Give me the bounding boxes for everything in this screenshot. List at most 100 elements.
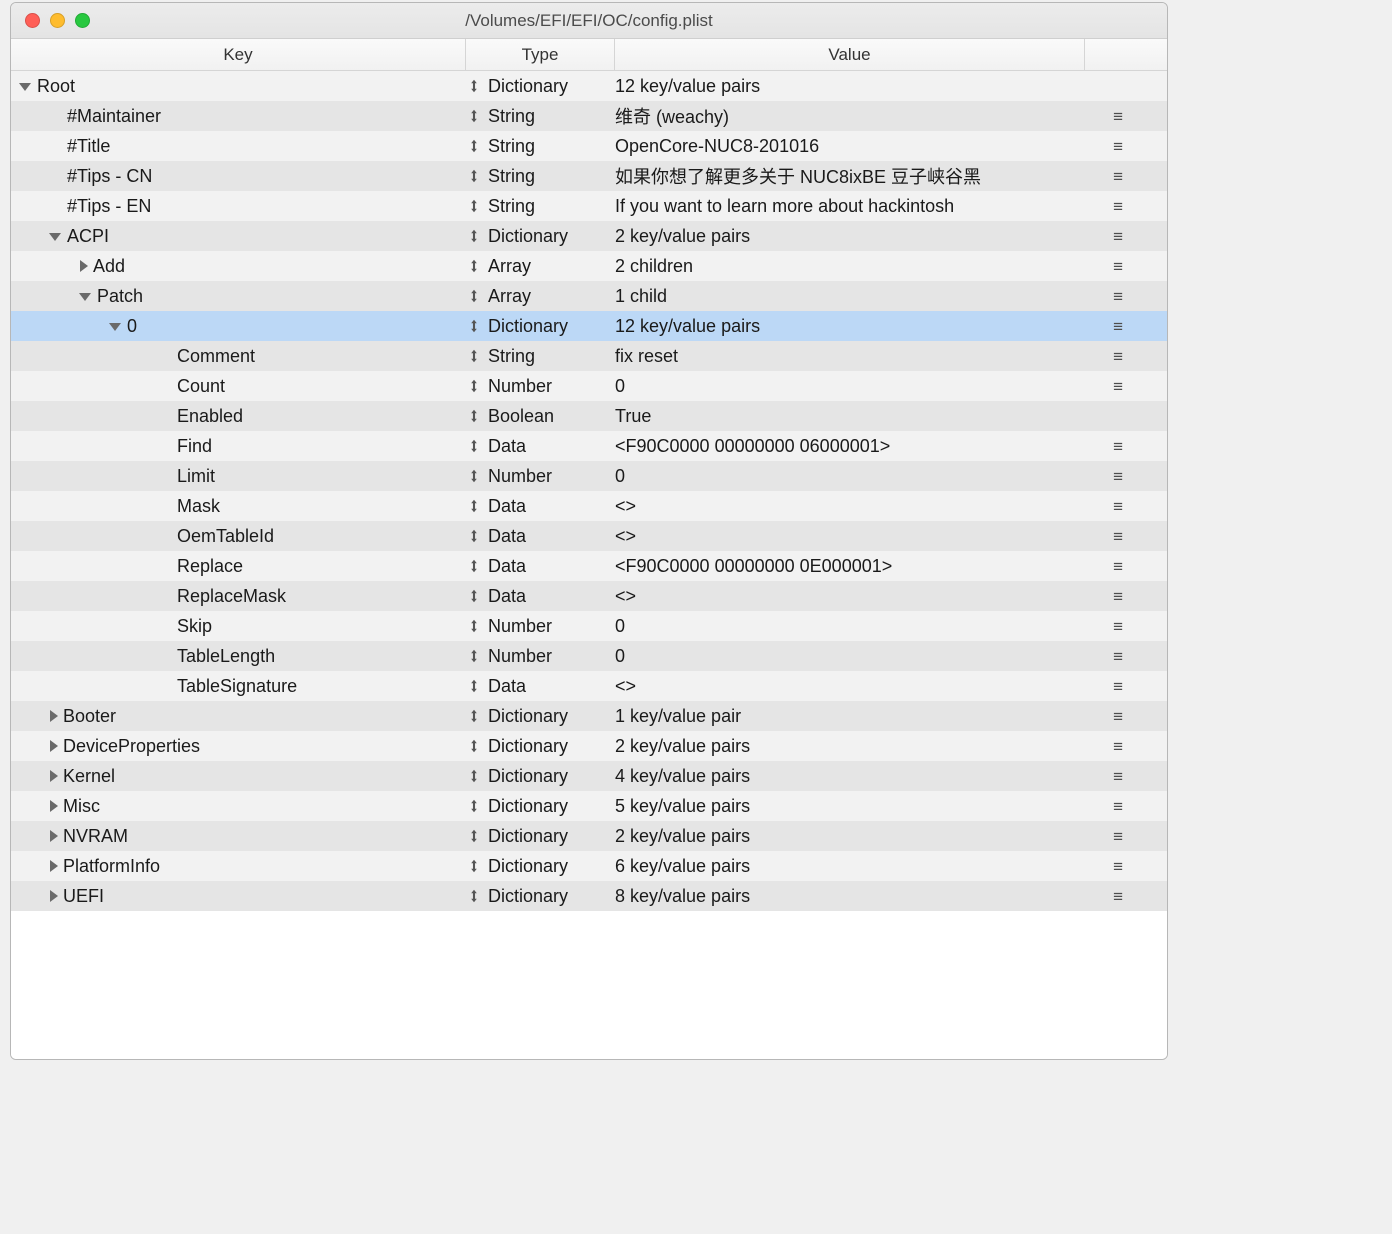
reorder-icon[interactable] xyxy=(466,739,482,753)
value-cell[interactable]: 2 key/value pairs xyxy=(615,221,1085,251)
table-row[interactable]: #TitleStringOpenCore-NUC8-201016≡ xyxy=(11,131,1167,161)
reorder-icon[interactable] xyxy=(466,169,482,183)
row-menu-cell[interactable]: ≡ xyxy=(1085,341,1149,371)
table-row[interactable]: UEFIDictionary8 key/value pairs≡ xyxy=(11,881,1167,911)
chevron-down-icon[interactable] xyxy=(49,233,61,241)
chevron-right-icon[interactable] xyxy=(50,800,58,812)
key-cell[interactable]: Count xyxy=(11,371,466,401)
type-cell[interactable]: Data xyxy=(466,521,615,551)
chevron-down-icon[interactable] xyxy=(109,323,121,331)
key-cell[interactable]: Limit xyxy=(11,461,466,491)
type-cell[interactable]: Dictionary xyxy=(466,881,615,911)
key-cell[interactable]: Booter xyxy=(11,701,466,731)
reorder-icon[interactable] xyxy=(466,289,482,303)
row-menu-icon[interactable]: ≡ xyxy=(1113,138,1123,155)
value-cell[interactable]: 12 key/value pairs xyxy=(615,71,1085,101)
chevron-right-icon[interactable] xyxy=(50,830,58,842)
table-row[interactable]: 0Dictionary12 key/value pairs≡ xyxy=(11,311,1167,341)
type-cell[interactable]: Dictionary xyxy=(466,761,615,791)
row-menu-cell[interactable]: ≡ xyxy=(1085,251,1149,281)
table-row[interactable]: EnabledBooleanTrue xyxy=(11,401,1167,431)
row-menu-icon[interactable]: ≡ xyxy=(1113,888,1123,905)
key-cell[interactable]: #Title xyxy=(11,131,466,161)
chevron-right-icon[interactable] xyxy=(50,890,58,902)
row-menu-cell[interactable]: ≡ xyxy=(1085,281,1149,311)
row-menu-cell[interactable]: ≡ xyxy=(1085,641,1149,671)
key-cell[interactable]: Misc xyxy=(11,791,466,821)
value-cell[interactable]: <> xyxy=(615,521,1085,551)
reorder-icon[interactable] xyxy=(466,559,482,573)
row-menu-icon[interactable]: ≡ xyxy=(1113,468,1123,485)
value-cell[interactable]: 12 key/value pairs xyxy=(615,311,1085,341)
chevron-down-icon[interactable] xyxy=(79,293,91,301)
reorder-icon[interactable] xyxy=(466,379,482,393)
row-menu-icon[interactable]: ≡ xyxy=(1113,648,1123,665)
row-menu-cell[interactable]: ≡ xyxy=(1085,431,1149,461)
row-menu-icon[interactable]: ≡ xyxy=(1113,198,1123,215)
reorder-icon[interactable] xyxy=(466,679,482,693)
row-menu-cell[interactable]: ≡ xyxy=(1085,191,1149,221)
reorder-icon[interactable] xyxy=(466,139,482,153)
table-row[interactable]: SkipNumber0≡ xyxy=(11,611,1167,641)
value-cell[interactable]: 0 xyxy=(615,371,1085,401)
key-cell[interactable]: Root xyxy=(11,71,466,101)
row-menu-cell[interactable]: ≡ xyxy=(1085,161,1149,191)
value-cell[interactable]: 2 children xyxy=(615,251,1085,281)
table-row[interactable]: KernelDictionary4 key/value pairs ≡ xyxy=(11,761,1167,791)
row-menu-icon[interactable]: ≡ xyxy=(1113,588,1123,605)
value-cell[interactable]: <F90C0000 00000000 0E000001> xyxy=(615,551,1085,581)
row-menu-cell[interactable]: ≡ xyxy=(1085,581,1149,611)
row-menu-cell[interactable]: ≡ xyxy=(1085,761,1149,791)
row-menu-icon[interactable]: ≡ xyxy=(1113,528,1123,545)
table-row[interactable]: ACPIDictionary2 key/value pairs≡ xyxy=(11,221,1167,251)
key-cell[interactable]: ReplaceMask xyxy=(11,581,466,611)
type-cell[interactable]: String xyxy=(466,101,615,131)
type-cell[interactable]: Dictionary xyxy=(466,71,615,101)
row-menu-cell[interactable]: ≡ xyxy=(1085,101,1149,131)
row-menu-cell[interactable]: ≡ xyxy=(1085,851,1149,881)
chevron-right-icon[interactable] xyxy=(50,740,58,752)
value-cell[interactable]: 0 xyxy=(615,611,1085,641)
key-cell[interactable]: Comment xyxy=(11,341,466,371)
value-cell[interactable]: 4 key/value pairs xyxy=(615,761,1085,791)
value-cell[interactable]: True xyxy=(615,401,1085,431)
type-cell[interactable]: Boolean xyxy=(466,401,615,431)
type-cell[interactable]: Dictionary xyxy=(466,731,615,761)
table-row[interactable]: ReplaceMaskData<>≡ xyxy=(11,581,1167,611)
key-cell[interactable]: PlatformInfo xyxy=(11,851,466,881)
row-menu-icon[interactable]: ≡ xyxy=(1113,828,1123,845)
row-menu-icon[interactable]: ≡ xyxy=(1113,738,1123,755)
row-menu-cell[interactable]: ≡ xyxy=(1085,521,1149,551)
row-menu-cell[interactable]: ≡ xyxy=(1085,671,1149,701)
key-cell[interactable]: UEFI xyxy=(11,881,466,911)
value-cell[interactable]: 2 key/value pairs xyxy=(615,731,1085,761)
row-menu-icon[interactable]: ≡ xyxy=(1113,768,1123,785)
reorder-icon[interactable] xyxy=(466,469,482,483)
key-cell[interactable]: #Maintainer xyxy=(11,101,466,131)
reorder-icon[interactable] xyxy=(466,409,482,423)
table-row[interactable]: PlatformInfoDictionary6 key/value pairs≡ xyxy=(11,851,1167,881)
value-cell[interactable]: 0 xyxy=(615,461,1085,491)
column-header-type[interactable]: Type xyxy=(466,39,615,70)
key-cell[interactable]: Find xyxy=(11,431,466,461)
type-cell[interactable]: Number xyxy=(466,371,615,401)
key-cell[interactable]: Skip xyxy=(11,611,466,641)
row-menu-icon[interactable]: ≡ xyxy=(1113,618,1123,635)
type-cell[interactable]: Dictionary xyxy=(466,701,615,731)
table-row[interactable]: RootDictionary12 key/value pairs xyxy=(11,71,1167,101)
reorder-icon[interactable] xyxy=(466,859,482,873)
row-menu-icon[interactable]: ≡ xyxy=(1113,108,1123,125)
type-cell[interactable]: Data xyxy=(466,431,615,461)
reorder-icon[interactable] xyxy=(466,829,482,843)
value-cell[interactable]: 6 key/value pairs xyxy=(615,851,1085,881)
row-menu-icon[interactable]: ≡ xyxy=(1113,228,1123,245)
key-cell[interactable]: Kernel xyxy=(11,761,466,791)
value-cell[interactable]: If you want to learn more about hackinto… xyxy=(615,191,1085,221)
value-cell[interactable]: <> xyxy=(615,491,1085,521)
type-cell[interactable]: Number xyxy=(466,461,615,491)
table-body[interactable]: RootDictionary12 key/value pairs#Maintai… xyxy=(11,71,1167,1059)
value-cell[interactable]: 1 child xyxy=(615,281,1085,311)
key-cell[interactable]: Mask xyxy=(11,491,466,521)
type-cell[interactable]: Data xyxy=(466,671,615,701)
table-row[interactable]: #MaintainerString维奇 (weachy)≡ xyxy=(11,101,1167,131)
